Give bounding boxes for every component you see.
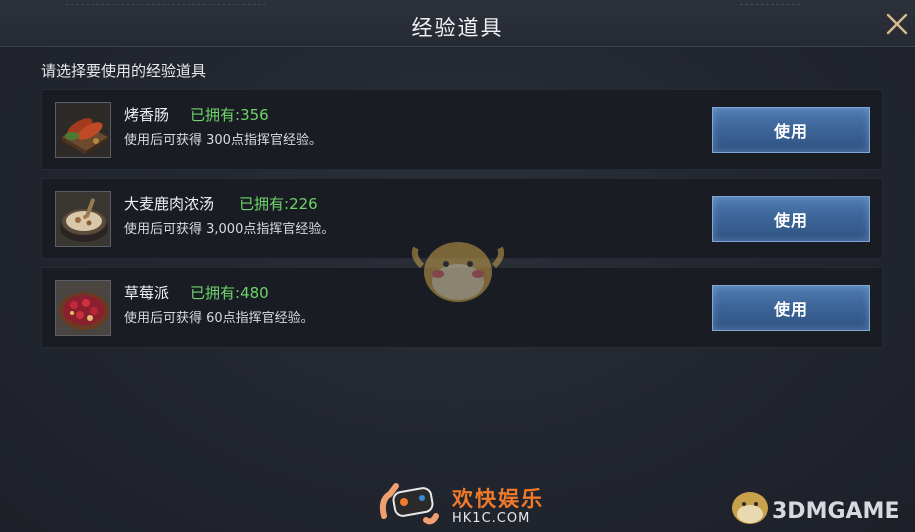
owned-number: 480 — [240, 284, 269, 302]
use-button[interactable]: 使用 — [712, 107, 870, 153]
game-controller-logo-icon — [379, 483, 439, 525]
watermark-url-text: HK1C.COM — [452, 511, 531, 526]
grilled-sausage-icon — [55, 102, 111, 158]
item-name: 烤香肠 — [124, 106, 170, 124]
mascot-logo-icon — [732, 492, 768, 524]
owned-label: 已拥有: — [239, 195, 290, 213]
background-divider — [66, 0, 266, 5]
close-icon — [886, 13, 908, 35]
ornament-icon — [446, 0, 470, 4]
item-description: 使用后可获得 60点指挥官经验。 — [124, 311, 314, 326]
use-button[interactable]: 使用 — [712, 196, 870, 242]
item-description: 使用后可获得 300点指挥官经验。 — [124, 133, 322, 148]
close-button[interactable] — [884, 11, 910, 37]
item-row: 烤香肠 已拥有:356 使用后可获得 300点指挥官经验。 使用 — [41, 89, 883, 170]
item-name: 草莓派 — [124, 284, 170, 302]
background-divider — [740, 0, 800, 5]
owned-label: 已拥有: — [190, 284, 241, 302]
owned-number: 226 — [289, 195, 318, 213]
watermark-brand-text: 3DMGAME — [772, 499, 900, 524]
watermark-brand-text: 欢快娱乐 — [452, 487, 544, 511]
owned-label: 已拥有: — [190, 106, 241, 124]
dialog-title-bar: 经验道具 — [0, 0, 915, 47]
venison-soup-icon — [55, 191, 111, 247]
strawberry-pie-icon — [55, 280, 111, 336]
owned-count: 已拥有:226 — [239, 193, 318, 214]
mascot-watermark-icon — [411, 242, 505, 302]
item-name: 大麦鹿肉浓汤 — [124, 195, 215, 213]
owned-number: 356 — [240, 106, 269, 124]
item-description: 使用后可获得 3,000点指挥官经验。 — [124, 222, 335, 237]
owned-count: 已拥有:480 — [190, 282, 269, 303]
dialog-subtitle: 请选择要使用的经验道具 — [41, 62, 207, 80]
use-button[interactable]: 使用 — [712, 285, 870, 331]
owned-count: 已拥有:356 — [190, 104, 269, 125]
dialog-title: 经验道具 — [411, 16, 504, 40]
